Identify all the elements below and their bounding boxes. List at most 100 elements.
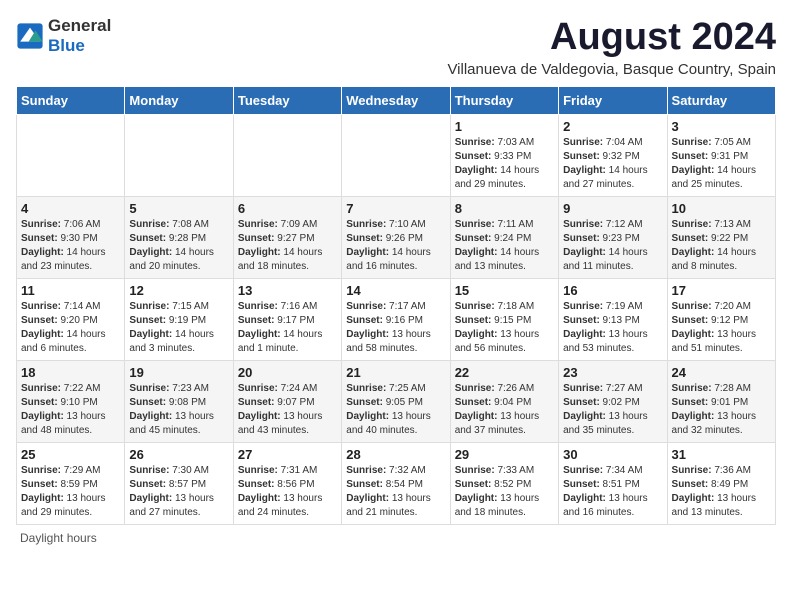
day-info: Sunrise: 7:10 AM [346,218,445,232]
footer-note: Daylight hours [16,531,776,545]
day-info: Sunset: 9:28 PM [129,232,228,246]
day-info: Sunset: 8:57 PM [129,478,228,492]
day-info: Sunset: 9:12 PM [672,314,771,328]
day-info: Sunset: 9:08 PM [129,396,228,410]
day-info: Daylight: 13 hours and 21 minutes. [346,492,445,520]
day-number: 25 [21,447,120,462]
calendar-cell: 5Sunrise: 7:08 AMSunset: 9:28 PMDaylight… [125,197,233,279]
day-info: Sunset: 8:54 PM [346,478,445,492]
weekday-header-friday: Friday [559,87,667,115]
day-info: Sunrise: 7:18 AM [455,300,554,314]
day-number: 11 [21,283,120,298]
day-number: 3 [672,119,771,134]
day-number: 26 [129,447,228,462]
calendar-cell [125,115,233,197]
calendar-cell: 10Sunrise: 7:13 AMSunset: 9:22 PMDayligh… [667,197,775,279]
day-info: Sunrise: 7:29 AM [21,464,120,478]
day-number: 29 [455,447,554,462]
weekday-header-sunday: Sunday [17,87,125,115]
day-info: Sunrise: 7:27 AM [563,382,662,396]
day-number: 6 [238,201,337,216]
day-number: 17 [672,283,771,298]
day-info: Sunrise: 7:36 AM [672,464,771,478]
day-info: Sunset: 9:23 PM [563,232,662,246]
calendar-week-5: 25Sunrise: 7:29 AMSunset: 8:59 PMDayligh… [17,443,776,525]
day-info: Daylight: 14 hours and 16 minutes. [346,246,445,274]
day-info: Sunset: 9:01 PM [672,396,771,410]
day-info: Sunrise: 7:14 AM [21,300,120,314]
calendar-week-4: 18Sunrise: 7:22 AMSunset: 9:10 PMDayligh… [17,361,776,443]
calendar-cell: 21Sunrise: 7:25 AMSunset: 9:05 PMDayligh… [342,361,450,443]
day-info: Sunrise: 7:11 AM [455,218,554,232]
weekday-header-saturday: Saturday [667,87,775,115]
calendar-body: 1Sunrise: 7:03 AMSunset: 9:33 PMDaylight… [17,115,776,525]
day-info: Daylight: 14 hours and 1 minute. [238,328,337,356]
day-number: 9 [563,201,662,216]
subtitle: Villanueva de Valdegovia, Basque Country… [447,61,776,78]
calendar-cell: 30Sunrise: 7:34 AMSunset: 8:51 PMDayligh… [559,443,667,525]
day-info: Sunset: 9:31 PM [672,150,771,164]
day-info: Sunset: 9:20 PM [21,314,120,328]
day-info: Sunset: 9:30 PM [21,232,120,246]
day-number: 1 [455,119,554,134]
calendar-cell: 26Sunrise: 7:30 AMSunset: 8:57 PMDayligh… [125,443,233,525]
calendar-cell: 15Sunrise: 7:18 AMSunset: 9:15 PMDayligh… [450,279,558,361]
day-number: 10 [672,201,771,216]
calendar-cell: 3Sunrise: 7:05 AMSunset: 9:31 PMDaylight… [667,115,775,197]
day-info: Daylight: 13 hours and 29 minutes. [21,492,120,520]
calendar-cell: 16Sunrise: 7:19 AMSunset: 9:13 PMDayligh… [559,279,667,361]
day-info: Daylight: 14 hours and 6 minutes. [21,328,120,356]
day-number: 30 [563,447,662,462]
calendar-cell: 2Sunrise: 7:04 AMSunset: 9:32 PMDaylight… [559,115,667,197]
day-info: Daylight: 13 hours and 45 minutes. [129,410,228,438]
day-number: 15 [455,283,554,298]
logo: General Blue [16,16,111,56]
day-info: Daylight: 13 hours and 43 minutes. [238,410,337,438]
calendar-week-1: 1Sunrise: 7:03 AMSunset: 9:33 PMDaylight… [17,115,776,197]
calendar-cell: 9Sunrise: 7:12 AMSunset: 9:23 PMDaylight… [559,197,667,279]
day-info: Sunset: 9:32 PM [563,150,662,164]
day-info: Sunset: 8:49 PM [672,478,771,492]
day-info: Daylight: 13 hours and 58 minutes. [346,328,445,356]
day-info: Sunrise: 7:33 AM [455,464,554,478]
calendar-cell: 27Sunrise: 7:31 AMSunset: 8:56 PMDayligh… [233,443,341,525]
calendar-cell: 12Sunrise: 7:15 AMSunset: 9:19 PMDayligh… [125,279,233,361]
day-number: 8 [455,201,554,216]
day-number: 13 [238,283,337,298]
day-info: Sunrise: 7:20 AM [672,300,771,314]
calendar-week-2: 4Sunrise: 7:06 AMSunset: 9:30 PMDaylight… [17,197,776,279]
day-info: Sunrise: 7:15 AM [129,300,228,314]
day-info: Sunrise: 7:03 AM [455,136,554,150]
day-number: 19 [129,365,228,380]
day-info: Sunrise: 7:28 AM [672,382,771,396]
day-info: Daylight: 13 hours and 35 minutes. [563,410,662,438]
day-number: 24 [672,365,771,380]
day-info: Sunset: 8:56 PM [238,478,337,492]
calendar-cell: 14Sunrise: 7:17 AMSunset: 9:16 PMDayligh… [342,279,450,361]
day-number: 31 [672,447,771,462]
calendar-table: SundayMondayTuesdayWednesdayThursdayFrid… [16,86,776,525]
day-number: 4 [21,201,120,216]
day-info: Daylight: 13 hours and 13 minutes. [672,492,771,520]
calendar-cell: 8Sunrise: 7:11 AMSunset: 9:24 PMDaylight… [450,197,558,279]
day-number: 28 [346,447,445,462]
calendar-cell: 24 Sunrise: 7:28 AMSunset: 9:01 PMDayligh… [667,361,775,443]
logo-icon [16,22,44,50]
weekday-header-wednesday: Wednesday [342,87,450,115]
day-info: Daylight: 13 hours and 24 minutes. [238,492,337,520]
day-info: Daylight: 13 hours and 51 minutes. [672,328,771,356]
day-info: Sunrise: 7:19 AM [563,300,662,314]
day-info: Sunrise: 7:25 AM [346,382,445,396]
calendar-cell: 17 Sunrise: 7:20 AMSunset: 9:12 PMDayligh… [667,279,775,361]
day-info: Sunset: 9:22 PM [672,232,771,246]
day-info: Daylight: 13 hours and 56 minutes. [455,328,554,356]
day-info: Daylight: 14 hours and 23 minutes. [21,246,120,274]
day-info: Sunrise: 7:24 AM [238,382,337,396]
day-info: Daylight: 13 hours and 16 minutes. [563,492,662,520]
day-info: Daylight: 13 hours and 32 minutes. [672,410,771,438]
day-info: Sunrise: 7:09 AM [238,218,337,232]
day-info: Sunset: 9:17 PM [238,314,337,328]
title-block: August 2024 Villanueva de Valdegovia, Ba… [447,16,776,78]
day-info: Daylight: 14 hours and 27 minutes. [563,164,662,192]
day-number: 14 [346,283,445,298]
